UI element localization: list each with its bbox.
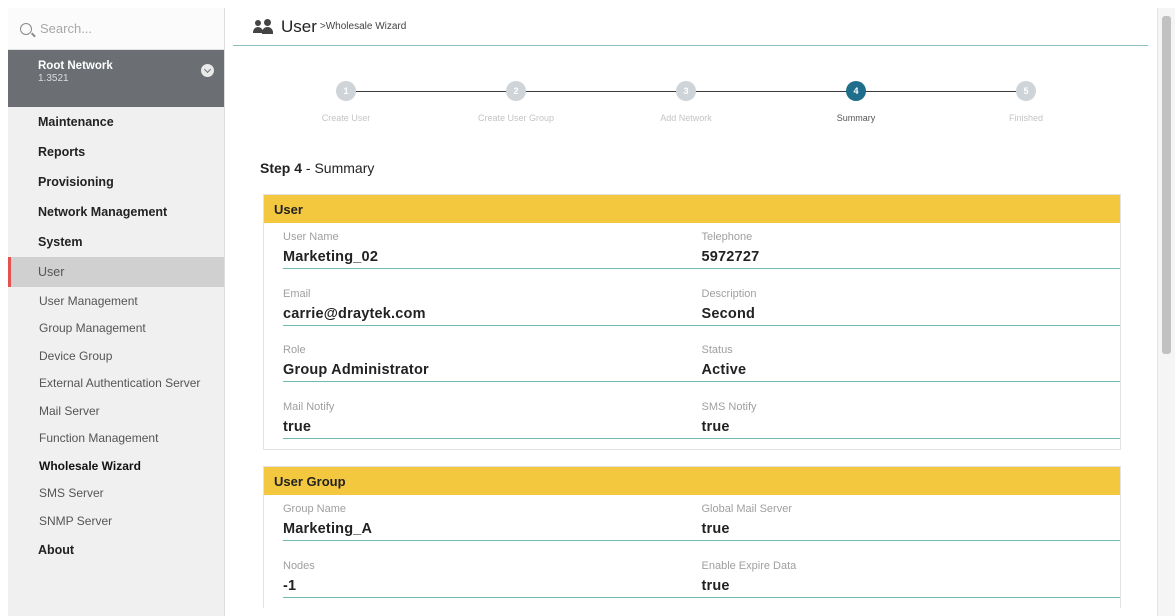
root-network-name: Root Network: [38, 60, 113, 72]
wizard-step-4: 4: [846, 81, 866, 101]
nodes-field: Nodes -1: [283, 552, 702, 609]
field-value: Marketing_A: [283, 521, 373, 537]
status-field: Status Active: [701, 336, 1120, 393]
wizard-step-5: 5: [1016, 81, 1036, 101]
field-value: Active: [701, 362, 747, 378]
step-heading: Step 4 - Summary: [260, 160, 374, 176]
field-value: Second: [701, 305, 756, 322]
field-label: Enable Expire Data: [701, 559, 797, 572]
field-label: Role: [283, 344, 306, 356]
step-heading-prefix: Step 4: [260, 160, 303, 176]
field-value: Marketing_02: [283, 249, 379, 265]
wizard-step-2-label: Create User Group: [477, 113, 555, 123]
user-group-section-title: User Group: [264, 467, 1120, 495]
user-group-section: User Group Group Name Marketing_A Global…: [263, 466, 1121, 608]
sms-notify-field: SMS Notify true: [701, 393, 1120, 450]
enable-expire-data-field: Enable Expire Data true: [701, 552, 1120, 609]
page-title: User: [281, 16, 317, 36]
step-heading-suffix: - Summary: [302, 160, 375, 176]
field-label: SMS Notify: [701, 400, 757, 413]
wizard-step-5-label: Finished: [1008, 113, 1044, 123]
sidebar-subitem-group-management[interactable]: Group Management: [8, 315, 224, 343]
wizard-step-2: 2: [506, 81, 526, 101]
field-value: 5972727: [701, 249, 760, 265]
search-placeholder: Search...: [40, 21, 93, 36]
mail-notify-field: Mail Notify true: [283, 393, 702, 450]
sidebar-subitem-mail-server[interactable]: Mail Server: [8, 397, 224, 425]
root-network-count: 1.3521: [38, 73, 69, 84]
sidebar-subitem-function-management[interactable]: Function Management: [8, 425, 224, 453]
field-value: true: [701, 577, 730, 594]
sidebar-item-reports[interactable]: Reports: [8, 137, 224, 167]
sidebar-subitem-user-management[interactable]: User Management: [8, 287, 224, 315]
sidebar-subitem-wholesale-wizard[interactable]: Wholesale Wizard: [8, 452, 224, 480]
field-label: Email: [283, 287, 311, 300]
telephone-field: Telephone 5972727: [701, 223, 1120, 280]
field-label: Telephone: [701, 231, 753, 243]
sidebar: Search... Root Network 1.3521 Maintenanc…: [8, 8, 225, 616]
group-name-field: Group Name Marketing_A: [283, 495, 702, 552]
sidebar-item-maintenance[interactable]: Maintenance: [8, 107, 224, 137]
email-field: Email carrie@draytek.com: [283, 280, 702, 337]
user-section: User User Name Marketing_02 Telephone 59…: [263, 194, 1121, 450]
field-value: true: [283, 418, 312, 435]
users-icon: [253, 18, 273, 35]
wizard-step-3: 3: [676, 81, 696, 101]
field-value: true: [701, 418, 730, 435]
wizard-step-4-label: Summary: [836, 113, 876, 123]
field-label: Global Mail Server: [701, 503, 792, 515]
user-name-field: User Name Marketing_02: [283, 223, 702, 280]
field-label: Group Name: [283, 503, 346, 515]
field-label: Status: [701, 344, 733, 356]
global-mail-server-field: Global Mail Server true: [701, 495, 1120, 552]
sidebar-item-provisioning[interactable]: Provisioning: [8, 167, 224, 197]
search-input[interactable]: Search...: [8, 8, 224, 50]
root-network-selector[interactable]: Root Network 1.3521: [8, 50, 224, 107]
sidebar-subitem-device-group[interactable]: Device Group: [8, 342, 224, 370]
sidebar-item-about[interactable]: About: [8, 535, 224, 565]
sidebar-subitem-snmp-server[interactable]: SNMP Server: [8, 507, 224, 535]
sidebar-item-user[interactable]: User: [8, 257, 224, 287]
wizard-progress: 1 Create User 2 Create User Group 3 Add …: [233, 46, 1148, 134]
field-label: Mail Notify: [283, 400, 335, 413]
field-value: true: [701, 521, 730, 537]
field-value: -1: [283, 577, 297, 594]
search-icon: [20, 22, 32, 35]
sidebar-item-network-management[interactable]: Network Management: [8, 197, 224, 227]
wizard-step-1: 1: [336, 81, 356, 101]
role-field: Role Group Administrator: [283, 336, 702, 393]
field-label: User Name: [283, 231, 339, 243]
scrollbar-thumb[interactable]: [1162, 16, 1171, 354]
user-section-title: User: [264, 195, 1120, 223]
sidebar-subitem-sms-server[interactable]: SMS Server: [8, 480, 224, 508]
description-field: Description Second: [701, 280, 1120, 337]
sidebar-item-system[interactable]: System: [8, 227, 224, 257]
breadcrumb: >Wholesale Wizard: [319, 21, 407, 32]
field-value: Group Administrator: [283, 362, 429, 378]
field-value: carrie@draytek.com: [283, 305, 426, 322]
wizard-step-1-label: Create User: [321, 113, 371, 123]
sidebar-subitem-external-auth-server[interactable]: External Authentication Server: [8, 370, 224, 398]
page-header: User >Wholesale Wizard: [233, 8, 1148, 46]
vertical-scrollbar[interactable]: [1157, 8, 1175, 616]
wizard-step-3-label: Add Network: [660, 113, 712, 123]
field-label: Description: [701, 287, 757, 300]
chevron-down-icon[interactable]: [201, 64, 214, 77]
main-content: User >Wholesale Wizard 1 Create User 2 C…: [233, 8, 1148, 616]
field-label: Nodes: [283, 559, 315, 572]
